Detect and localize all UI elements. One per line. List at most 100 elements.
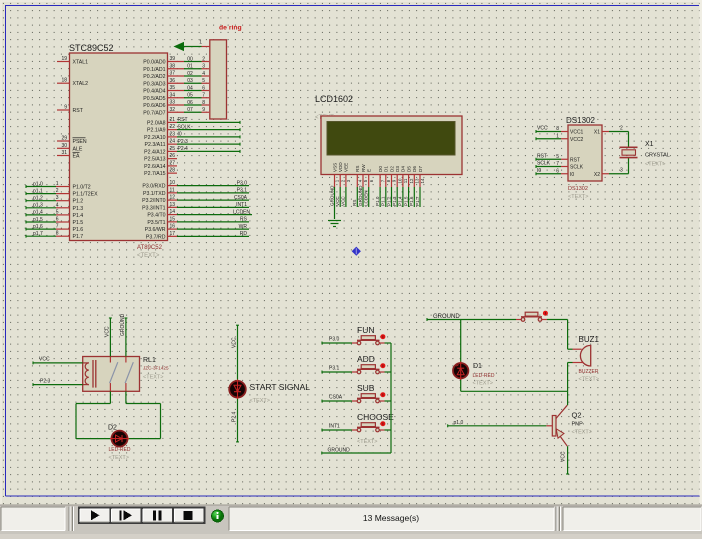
svg-text:D1: D1	[473, 363, 482, 370]
svg-text:04: 04	[187, 85, 193, 91]
svg-text:PNP: PNP	[572, 422, 584, 428]
svg-text:12: 12	[170, 195, 176, 201]
svg-text:VCC: VCC	[537, 126, 548, 132]
svg-text:36: 36	[170, 78, 176, 84]
svg-text:11: 11	[403, 178, 408, 183]
svg-text:ADD: ADD	[357, 354, 375, 364]
svg-text:P1.4: P1.4	[73, 213, 84, 219]
svg-text:28: 28	[170, 168, 176, 174]
svg-text:RL1: RL1	[143, 357, 156, 364]
svg-text:5: 5	[556, 154, 559, 160]
svg-text:P3.0: P3.0	[329, 337, 340, 343]
svg-text:02: 02	[187, 71, 193, 77]
svg-text:26: 26	[170, 153, 176, 159]
svg-text:06: 06	[187, 100, 193, 106]
svg-text:P1.0: P1.0	[375, 196, 380, 206]
svg-text:p1.3: p1.3	[33, 203, 43, 209]
svg-text:WR: WR	[239, 224, 248, 230]
svg-text:XTAL1: XTAL1	[73, 60, 89, 66]
svg-text:D0: D0	[378, 166, 383, 172]
svg-text:X2: X2	[594, 172, 600, 178]
svg-text:13 Message(s): 13 Message(s)	[363, 513, 419, 523]
svg-text:14: 14	[170, 209, 176, 215]
svg-text:CRYSTAL: CRYSTAL	[645, 153, 670, 159]
svg-text:31: 31	[61, 150, 67, 156]
svg-text:X1: X1	[645, 141, 654, 148]
svg-text:2: 2	[56, 188, 59, 194]
svg-text:22: 22	[170, 124, 176, 130]
svg-text:17: 17	[170, 231, 176, 237]
svg-text:4: 4	[56, 202, 59, 208]
svg-text:P0.0/AD0: P0.0/AD0	[143, 60, 165, 66]
svg-text:P1.5: P1.5	[73, 220, 84, 226]
svg-text:10: 10	[397, 178, 402, 183]
svg-text:8: 8	[56, 231, 59, 237]
svg-text:VCC2: VCC2	[570, 137, 584, 143]
svg-text:P2.3: P2.3	[40, 378, 51, 384]
svg-text:EA: EA	[73, 154, 80, 160]
svg-text:03: 03	[187, 78, 193, 84]
svg-text:P1.2: P1.2	[73, 199, 84, 205]
svg-text:D1: D1	[384, 166, 389, 172]
svg-text:P3.0: P3.0	[237, 180, 248, 186]
svg-text:P3.0/RXD: P3.0/RXD	[142, 184, 165, 190]
svg-text:CS0A: CS0A	[329, 395, 343, 401]
svg-text:de ring: de ring	[219, 25, 242, 32]
svg-text:P3.1: P3.1	[237, 188, 248, 194]
svg-text:SCLK: SCLK	[178, 124, 192, 130]
svg-text:P1.2: P1.2	[386, 196, 391, 206]
svg-text:24: 24	[170, 139, 176, 145]
svg-text:P1.5: P1.5	[403, 196, 408, 206]
svg-text:START SIGNAL: START SIGNAL	[250, 382, 311, 392]
svg-text:p1.0: p1.0	[33, 181, 43, 187]
svg-text:<TEXT>: <TEXT>	[137, 253, 160, 259]
svg-text:9: 9	[202, 107, 205, 113]
svg-text:6: 6	[202, 85, 205, 91]
svg-text:7: 7	[202, 93, 205, 99]
svg-text:p1.6: p1.6	[33, 224, 43, 230]
svg-text:FUN: FUN	[357, 325, 374, 335]
svg-text:VCC: VCC	[232, 337, 238, 348]
svg-text:LED-RED: LED-RED	[109, 447, 131, 453]
svg-text:RS: RS	[240, 217, 248, 223]
svg-text:D3: D3	[395, 166, 400, 172]
svg-text:7: 7	[556, 161, 559, 167]
svg-text:X1: X1	[594, 130, 600, 136]
svg-text:8: 8	[202, 100, 205, 106]
svg-text:4: 4	[202, 71, 205, 77]
svg-text:3: 3	[620, 168, 623, 174]
svg-text:D6: D6	[412, 166, 417, 172]
svg-text:AT89C52: AT89C52	[137, 245, 163, 251]
svg-text:P2.0/A8: P2.0/A8	[147, 120, 166, 126]
svg-text:P1.3: P1.3	[73, 206, 84, 212]
svg-text:<TEXT>: <TEXT>	[473, 381, 493, 387]
svg-text:37: 37	[170, 71, 176, 77]
svg-text:VEE: VEE	[344, 163, 349, 172]
svg-text:<TEXT>: <TEXT>	[143, 375, 163, 381]
svg-text:P0.6/AD6: P0.6/AD6	[143, 103, 165, 109]
svg-text:I0: I0	[537, 168, 541, 174]
svg-text:P0.3/AD3: P0.3/AD3	[143, 81, 165, 87]
svg-text:6: 6	[56, 217, 59, 223]
svg-text:1: 1	[199, 40, 202, 46]
svg-text:3: 3	[56, 195, 59, 201]
svg-text:27: 27	[170, 160, 176, 166]
svg-text:6: 6	[556, 168, 559, 174]
svg-text:p1.7: p1.7	[33, 231, 43, 237]
svg-text:P2.4: P2.4	[232, 411, 238, 422]
svg-text:LCDEN: LCDEN	[233, 209, 250, 215]
svg-text:P0.5/AD5: P0.5/AD5	[143, 96, 165, 102]
svg-text:P2.2/A10: P2.2/A10	[144, 135, 165, 141]
svg-text:p1.2: p1.2	[33, 196, 43, 202]
svg-text:p1.0: p1.0	[454, 420, 464, 426]
svg-text:01: 01	[187, 64, 193, 70]
svg-text:CHOOSE: CHOOSE	[357, 412, 394, 422]
svg-text:SUB: SUB	[357, 383, 375, 393]
svg-text:10: 10	[170, 180, 176, 186]
svg-text:P3.4/T0: P3.4/T0	[147, 213, 165, 219]
svg-text:D4: D4	[401, 166, 406, 172]
svg-text:P3.1: P3.1	[329, 366, 340, 372]
svg-text:ALE: ALE	[73, 146, 83, 152]
svg-text:38: 38	[170, 63, 176, 69]
svg-text:RD: RD	[240, 231, 248, 237]
